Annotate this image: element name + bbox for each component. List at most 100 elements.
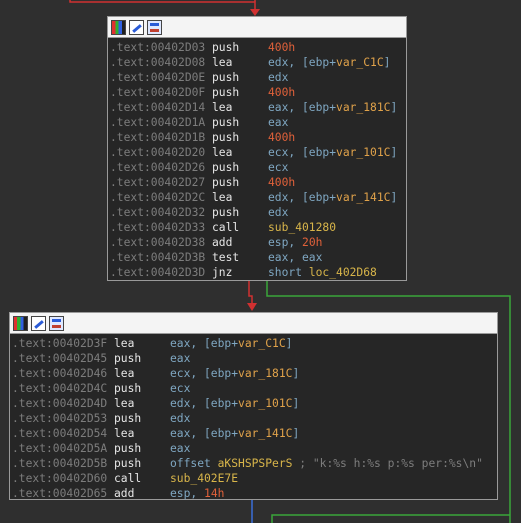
address-label: .text:00402D5B xyxy=(12,457,108,470)
code-line[interactable]: .text:00402D03 push 400h xyxy=(108,40,406,55)
code-line[interactable]: .text:00402D33 call sub_401280 xyxy=(108,220,406,235)
immediate-value: 400h xyxy=(268,131,296,144)
mnemonic: push xyxy=(212,116,240,129)
code-line[interactable]: .text:00402D08 lea edx, [ebp+var_C1C] xyxy=(108,55,406,70)
variable-ref[interactable]: var_C1C xyxy=(238,337,286,350)
operand-text: offset xyxy=(170,457,218,470)
symbol-ref[interactable]: sub_401280 xyxy=(268,221,336,234)
operand-text: ] xyxy=(390,146,398,159)
mnemonic: push xyxy=(114,412,142,425)
code-block-node-1[interactable]: .text:00402D03 push 400h .text:00402D08 lea e… xyxy=(107,16,407,281)
mnemonic: push xyxy=(212,71,240,84)
operand-text: ecx xyxy=(268,161,289,174)
code-line[interactable]: .text:00402D3F lea eax, [ebp+var_C1C] xyxy=(10,336,497,351)
symbol-ref[interactable]: aKSHSPSPerS xyxy=(218,457,293,470)
code-line[interactable]: .text:00402D27 push 400h xyxy=(108,175,406,190)
mnemonic: lea xyxy=(114,397,135,410)
code-line[interactable]: .text:00402D54 lea eax, [ebp+var_141C] xyxy=(10,426,497,441)
operand-text: ] xyxy=(390,101,398,114)
mnemonic: lea xyxy=(212,56,233,69)
operands: esp, 14h xyxy=(170,486,224,501)
code-line[interactable]: .text:00402D5A push eax xyxy=(10,441,497,456)
variable-ref[interactable]: var_181C xyxy=(238,367,292,380)
address-label: .text:00402D60 xyxy=(12,472,108,485)
address-label: .text:00402D0E xyxy=(110,71,206,84)
address-label: .text:00402D20 xyxy=(110,146,206,159)
address-label: .text:00402D4D xyxy=(12,397,108,410)
graph-icon[interactable] xyxy=(147,19,162,35)
arrowhead-node1 xyxy=(250,9,260,16)
variable-ref[interactable]: var_141C xyxy=(336,191,390,204)
operand-text: eax, [ebp+ xyxy=(170,427,239,440)
operand-text: esp, xyxy=(170,487,205,500)
operands: 400h xyxy=(268,130,295,145)
code-line[interactable]: .text:00402D20 lea ecx, [ebp+var_101C] xyxy=(108,145,406,160)
code-line[interactable]: .text:00402D5B push offset aKSHSPSPerS ; "… xyxy=(10,456,497,471)
color-icon[interactable] xyxy=(13,315,28,331)
code-line[interactable]: .text:00402D3B test eax, eax xyxy=(108,250,406,265)
code-block-node-2[interactable]: .text:00402D3F lea eax, [ebp+var_C1C] .text… xyxy=(9,312,498,500)
mnemonic: lea xyxy=(114,367,135,380)
mnemonic: push xyxy=(114,352,142,365)
arrowhead-node2 xyxy=(247,303,257,311)
code-line[interactable]: .text:00402D60 call sub_402E7E xyxy=(10,471,497,486)
code-lines: .text:00402D3F lea eax, [ebp+var_C1C] .text… xyxy=(10,334,497,501)
operand-text: eax xyxy=(170,442,191,455)
node-header xyxy=(10,313,497,334)
symbol-ref[interactable]: sub_402E7E xyxy=(170,472,238,485)
operand-text: eax, [ebp+ xyxy=(268,101,337,114)
variable-ref[interactable]: var_181C xyxy=(336,101,390,114)
operand-text: ecx, [ebp+ xyxy=(268,146,337,159)
address-label: .text:00402D14 xyxy=(110,101,206,114)
code-line[interactable]: .text:00402D1B push 400h xyxy=(108,130,406,145)
address-label: .text:00402D5A xyxy=(12,442,108,455)
address-label: .text:00402D65 xyxy=(12,487,108,500)
code-line[interactable]: .text:00402D32 push edx xyxy=(108,205,406,220)
symbol-ref[interactable]: loc_402D68 xyxy=(309,266,377,279)
rename-icon[interactable] xyxy=(31,315,46,331)
code-line[interactable]: .text:00402D1A push eax xyxy=(108,115,406,130)
operands: ecx, [ebp+var_101C] xyxy=(268,145,397,160)
address-label: .text:00402D08 xyxy=(110,56,206,69)
mnemonic: push xyxy=(114,382,142,395)
code-line[interactable]: .text:00402D14 lea eax, [ebp+var_181C] xyxy=(108,100,406,115)
mnemonic: lea xyxy=(212,101,233,114)
code-line[interactable]: .text:00402D2C lea edx, [ebp+var_141C] xyxy=(108,190,406,205)
operands: 400h xyxy=(268,175,295,190)
immediate-value: 20h xyxy=(302,236,323,249)
mnemonic: lea xyxy=(114,427,135,440)
code-line[interactable]: .text:00402D0E push edx xyxy=(108,70,406,85)
address-label: .text:00402D54 xyxy=(12,427,108,440)
mnemonic: jnz xyxy=(212,266,233,279)
mnemonic: push xyxy=(212,86,240,99)
mnemonic: push xyxy=(212,176,240,189)
variable-ref[interactable]: var_101C xyxy=(238,397,292,410)
code-line[interactable]: .text:00402D38 add esp, 20h xyxy=(108,235,406,250)
rename-icon[interactable] xyxy=(129,19,144,35)
code-line[interactable]: .text:00402D4D lea edx, [ebp+var_101C] xyxy=(10,396,497,411)
operand-text: ] xyxy=(292,397,300,410)
code-line[interactable]: .text:00402D4C push ecx xyxy=(10,381,497,396)
variable-ref[interactable]: var_141C xyxy=(238,427,292,440)
graph-icon[interactable] xyxy=(49,315,64,331)
operands: ecx xyxy=(268,160,288,175)
code-line[interactable]: .text:00402D3D jnz short loc_402D68 xyxy=(108,265,406,280)
address-label: .text:00402D33 xyxy=(110,221,206,234)
operands: esp, 20h xyxy=(268,235,322,250)
operands: eax, eax xyxy=(268,250,322,265)
code-line[interactable]: .text:00402D0F push 400h xyxy=(108,85,406,100)
operand-text: ] xyxy=(285,337,293,350)
code-line[interactable]: .text:00402D45 push eax xyxy=(10,351,497,366)
code-line[interactable]: .text:00402D53 push edx xyxy=(10,411,497,426)
code-line[interactable]: .text:00402D26 push ecx xyxy=(108,160,406,175)
operands: edx xyxy=(268,70,288,85)
code-line[interactable]: .text:00402D46 lea ecx, [ebp+var_181C] xyxy=(10,366,497,381)
address-label: .text:00402D38 xyxy=(110,236,206,249)
variable-ref[interactable]: var_C1C xyxy=(336,56,384,69)
operand-text: eax, eax xyxy=(268,251,323,264)
operands: 400h xyxy=(268,85,295,100)
variable-ref[interactable]: var_101C xyxy=(336,146,390,159)
code-line[interactable]: .text:00402D65 add esp, 14h xyxy=(10,486,497,501)
address-label: .text:00402D2C xyxy=(110,191,206,204)
color-icon[interactable] xyxy=(111,19,126,35)
